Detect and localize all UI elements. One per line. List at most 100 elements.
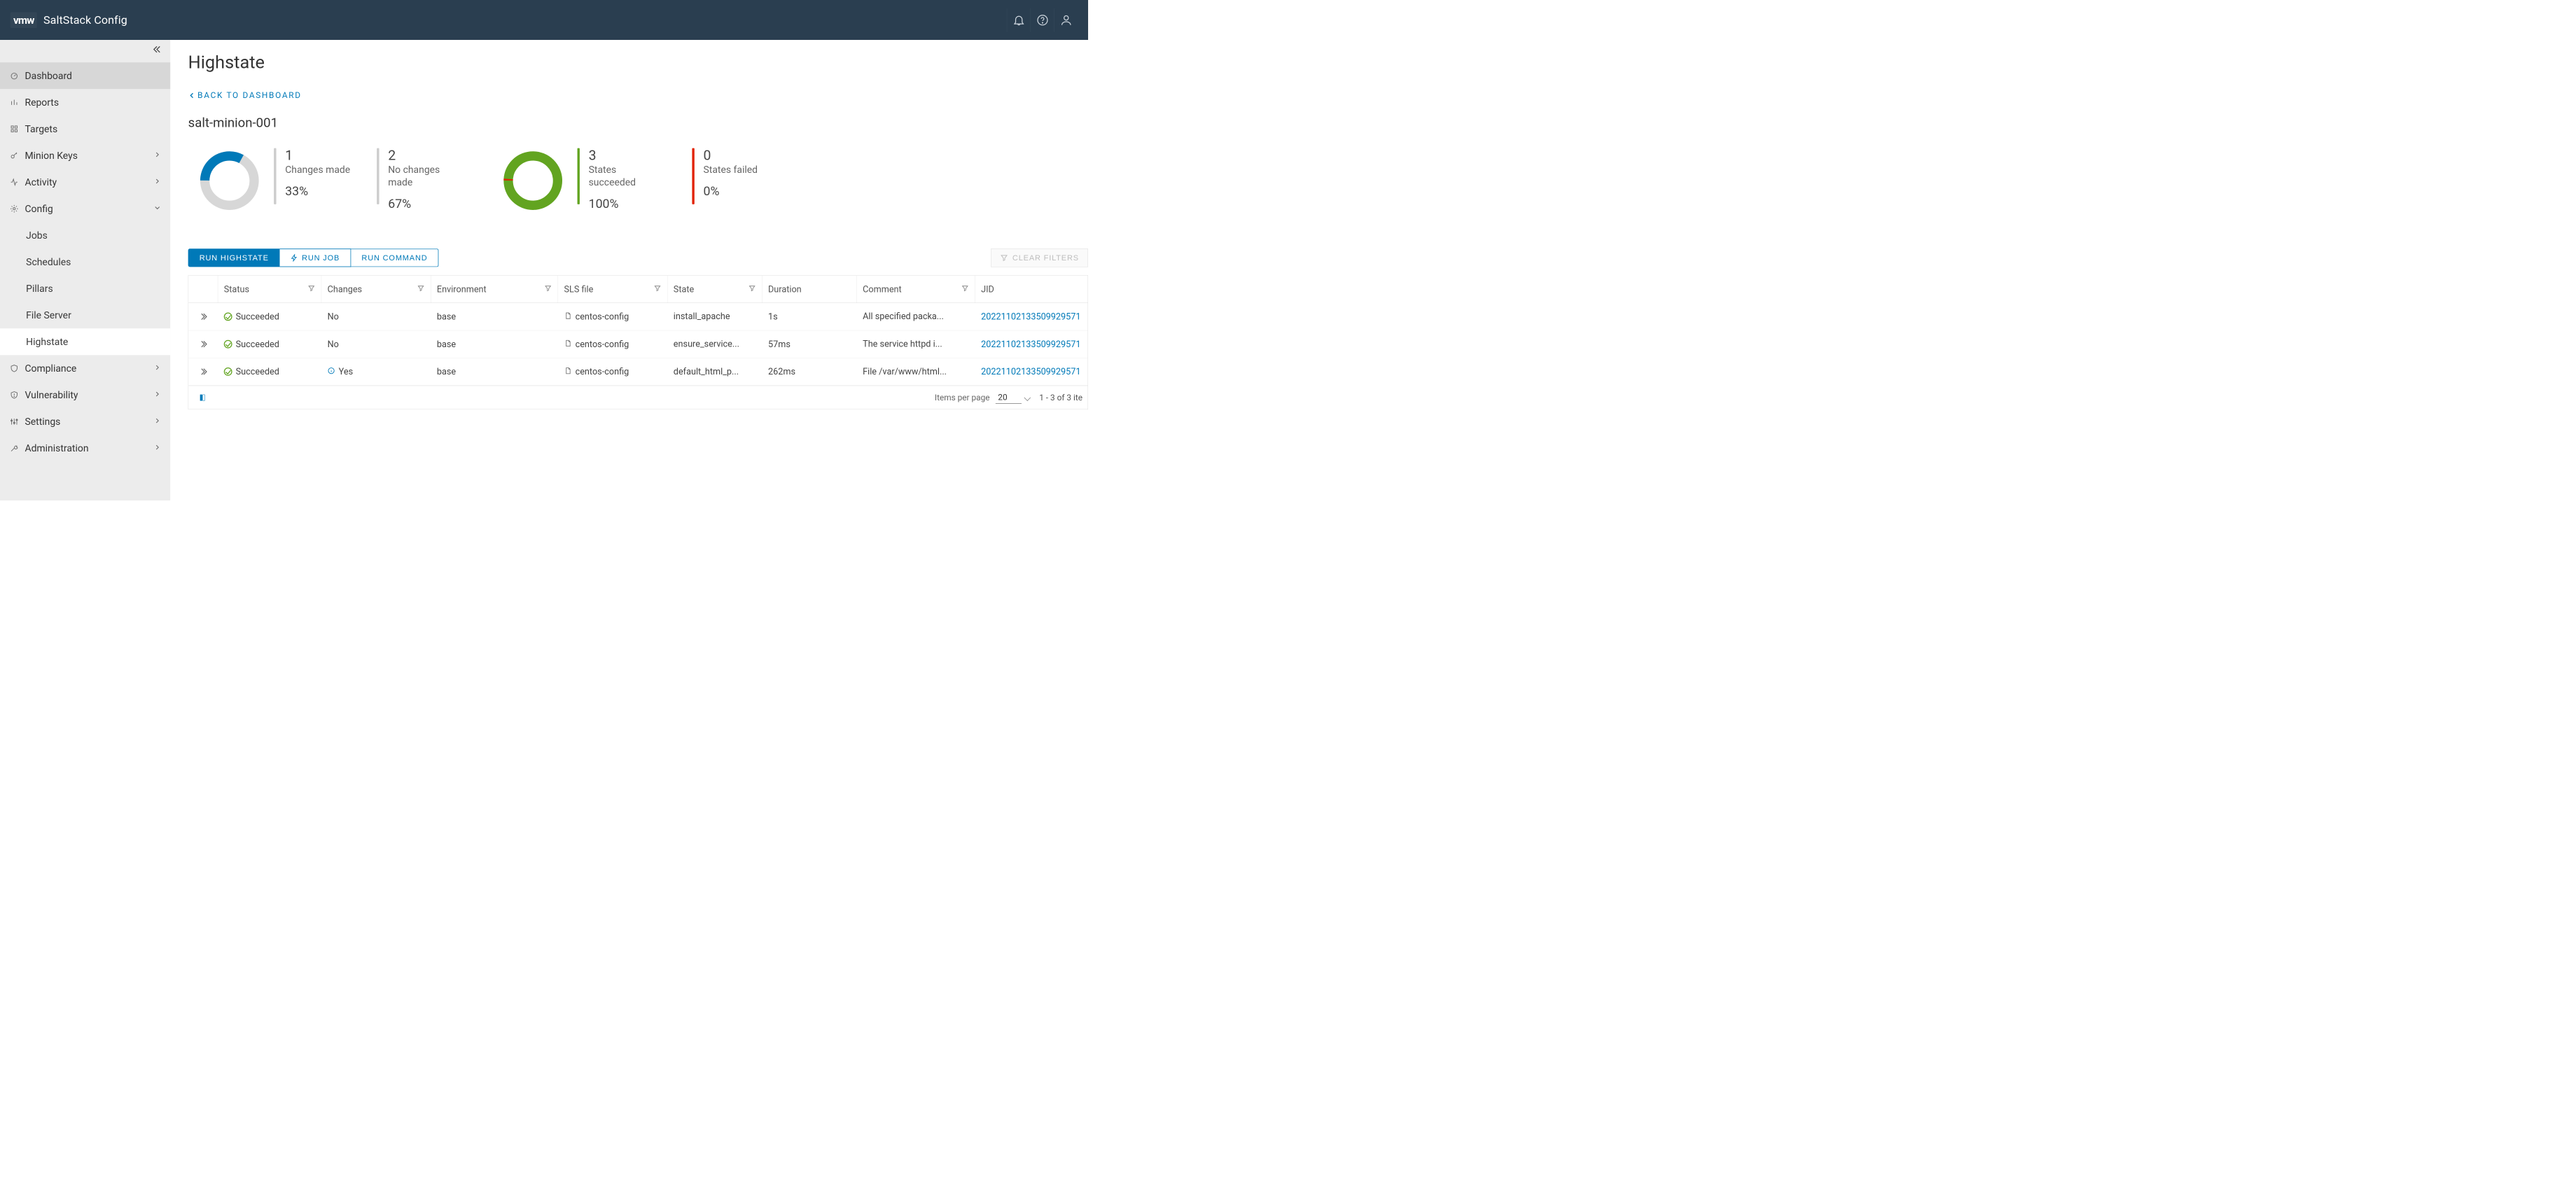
chevron-right-icon (153, 150, 162, 161)
file-icon (564, 311, 572, 322)
expand-row-icon[interactable] (195, 311, 212, 321)
stats-row: 1 Changes made 33% 2 No changes made 67% (188, 148, 1088, 213)
th-status[interactable]: Status (224, 284, 249, 295)
sidebar-item-label: Reports (25, 97, 59, 108)
status-badge: Succeeded (224, 311, 279, 322)
filter-icon[interactable] (544, 284, 552, 295)
changes-donut (188, 148, 271, 213)
shield-alert-icon (9, 390, 20, 400)
help-icon[interactable] (1031, 8, 1054, 32)
activity-icon (9, 177, 20, 188)
cell-state: ensure_service... (667, 330, 762, 358)
run-job-button[interactable]: RUN JOB (280, 248, 351, 267)
user-icon[interactable] (1054, 8, 1078, 32)
vmw-logo: vmw (11, 12, 37, 28)
page-range: 1 - 3 of 3 ite (1033, 393, 1082, 402)
button-label: RUN JOB (302, 253, 340, 262)
sidebar-item-label: Jobs (26, 230, 48, 241)
chevron-right-icon (153, 389, 162, 400)
sidebar-item-label: Targets (25, 123, 57, 134)
chevron-right-icon (153, 363, 162, 374)
cell-jid-link[interactable]: 20221102133509929571 (975, 330, 1088, 358)
file-icon (564, 367, 572, 377)
sidebar-item-label: Pillars (26, 283, 53, 294)
expand-row-icon[interactable] (195, 367, 212, 377)
filter-icon[interactable] (654, 284, 662, 295)
sidebar-item-file-server[interactable]: File Server (0, 302, 170, 328)
clear-filters-button[interactable]: CLEAR FILTERS (991, 248, 1088, 267)
filter-icon[interactable] (961, 284, 969, 295)
th-sls[interactable]: SLS file (564, 284, 594, 295)
status-badge: Succeeded (224, 367, 279, 377)
nochanges-label: No changes made (388, 164, 465, 189)
th-duration[interactable]: Duration (768, 284, 802, 295)
sidebar-item-highstate[interactable]: Highstate (0, 328, 170, 355)
sidebar-item-schedules[interactable]: Schedules (0, 248, 170, 275)
chevron-right-icon (153, 176, 162, 188)
cell-env: base (431, 358, 558, 386)
run-command-button[interactable]: RUN COMMAND (351, 248, 438, 267)
sidebar: Dashboard Reports Targets Minion Keys Ac… (0, 40, 170, 500)
key-icon (9, 150, 20, 161)
nochanges-count: 2 (388, 148, 465, 163)
sidebar-item-config[interactable]: Config (0, 195, 170, 222)
page-size-select[interactable]: 20 (996, 391, 1033, 404)
succeeded-count: 3 (589, 148, 666, 163)
th-jid[interactable]: JID (981, 284, 994, 295)
chevron-right-icon (153, 442, 162, 454)
sidebar-item-settings[interactable]: Settings (0, 408, 170, 435)
expand-row-icon[interactable] (195, 339, 212, 349)
changes-label: Changes made (285, 164, 350, 176)
sidebar-item-dashboard[interactable]: Dashboard (0, 62, 170, 89)
sidebar-item-vulnerability[interactable]: Vulnerability (0, 381, 170, 408)
filter-icon[interactable] (749, 284, 756, 295)
failed-count: 0 (704, 148, 758, 163)
back-link-label: BACK TO DASHBOARD (197, 90, 302, 100)
sidebar-item-compliance[interactable]: Compliance (0, 355, 170, 381)
cell-jid-link[interactable]: 20221102133509929571 (975, 303, 1088, 330)
filter-icon[interactable] (307, 284, 315, 295)
cell-duration: 1s (763, 303, 857, 330)
sidebar-item-activity[interactable]: Activity (0, 169, 170, 195)
sidebar-item-jobs[interactable]: Jobs (0, 222, 170, 248)
gear-icon (9, 204, 20, 214)
notifications-icon[interactable] (1007, 8, 1031, 32)
cell-duration: 262ms (763, 358, 857, 386)
chevron-down-icon (153, 203, 162, 214)
back-to-dashboard-link[interactable]: BACK TO DASHBOARD (188, 90, 302, 100)
succeeded-label: States succeeded (589, 164, 666, 189)
minion-name: salt-minion-001 (188, 115, 1088, 130)
sidebar-item-administration[interactable]: Administration (0, 435, 170, 461)
sidebar-item-minion-keys[interactable]: Minion Keys (0, 142, 170, 169)
product-name: SaltStack Config (43, 13, 127, 27)
cell-comment: All specified packa... (857, 303, 975, 330)
sidebar-item-label: Settings (25, 416, 60, 427)
button-label: RUN COMMAND (361, 253, 427, 262)
th-state[interactable]: State (674, 284, 694, 295)
cell-sls: centos-config (576, 339, 629, 349)
sidebar-item-pillars[interactable]: Pillars (0, 275, 170, 302)
sidebar-item-label: Config (25, 203, 53, 214)
sidebar-item-reports[interactable]: Reports (0, 89, 170, 115)
th-env[interactable]: Environment (437, 284, 487, 295)
run-highstate-button[interactable]: RUN HIGHSTATE (188, 248, 280, 267)
cell-changes: No (328, 311, 339, 322)
grid-icon (9, 124, 20, 134)
th-comment[interactable]: Comment (863, 284, 902, 295)
cell-jid-link[interactable]: 20221102133509929571 (975, 358, 1088, 386)
sidebar-collapse-icon[interactable] (0, 43, 170, 56)
sidebar-item-targets[interactable]: Targets (0, 115, 170, 142)
filter-icon[interactable] (417, 284, 425, 295)
nochanges-pct: 67% (388, 197, 465, 211)
items-per-page-label: Items per page (928, 393, 996, 402)
main-content: Highstate BACK TO DASHBOARD salt-minion-… (170, 40, 1088, 500)
page-size-value: 20 (996, 391, 1022, 404)
action-button-row: RUN HIGHSTATE RUN JOB RUN COMMAND CLEAR … (188, 248, 1088, 267)
th-changes[interactable]: Changes (328, 284, 363, 295)
bar-chart-icon (9, 97, 20, 108)
column-picker-icon[interactable] (188, 393, 218, 402)
sidebar-item-label: Schedules (26, 256, 71, 267)
sidebar-item-label: Compliance (25, 363, 76, 374)
sliders-icon (9, 416, 20, 427)
info-icon[interactable] (328, 367, 335, 377)
